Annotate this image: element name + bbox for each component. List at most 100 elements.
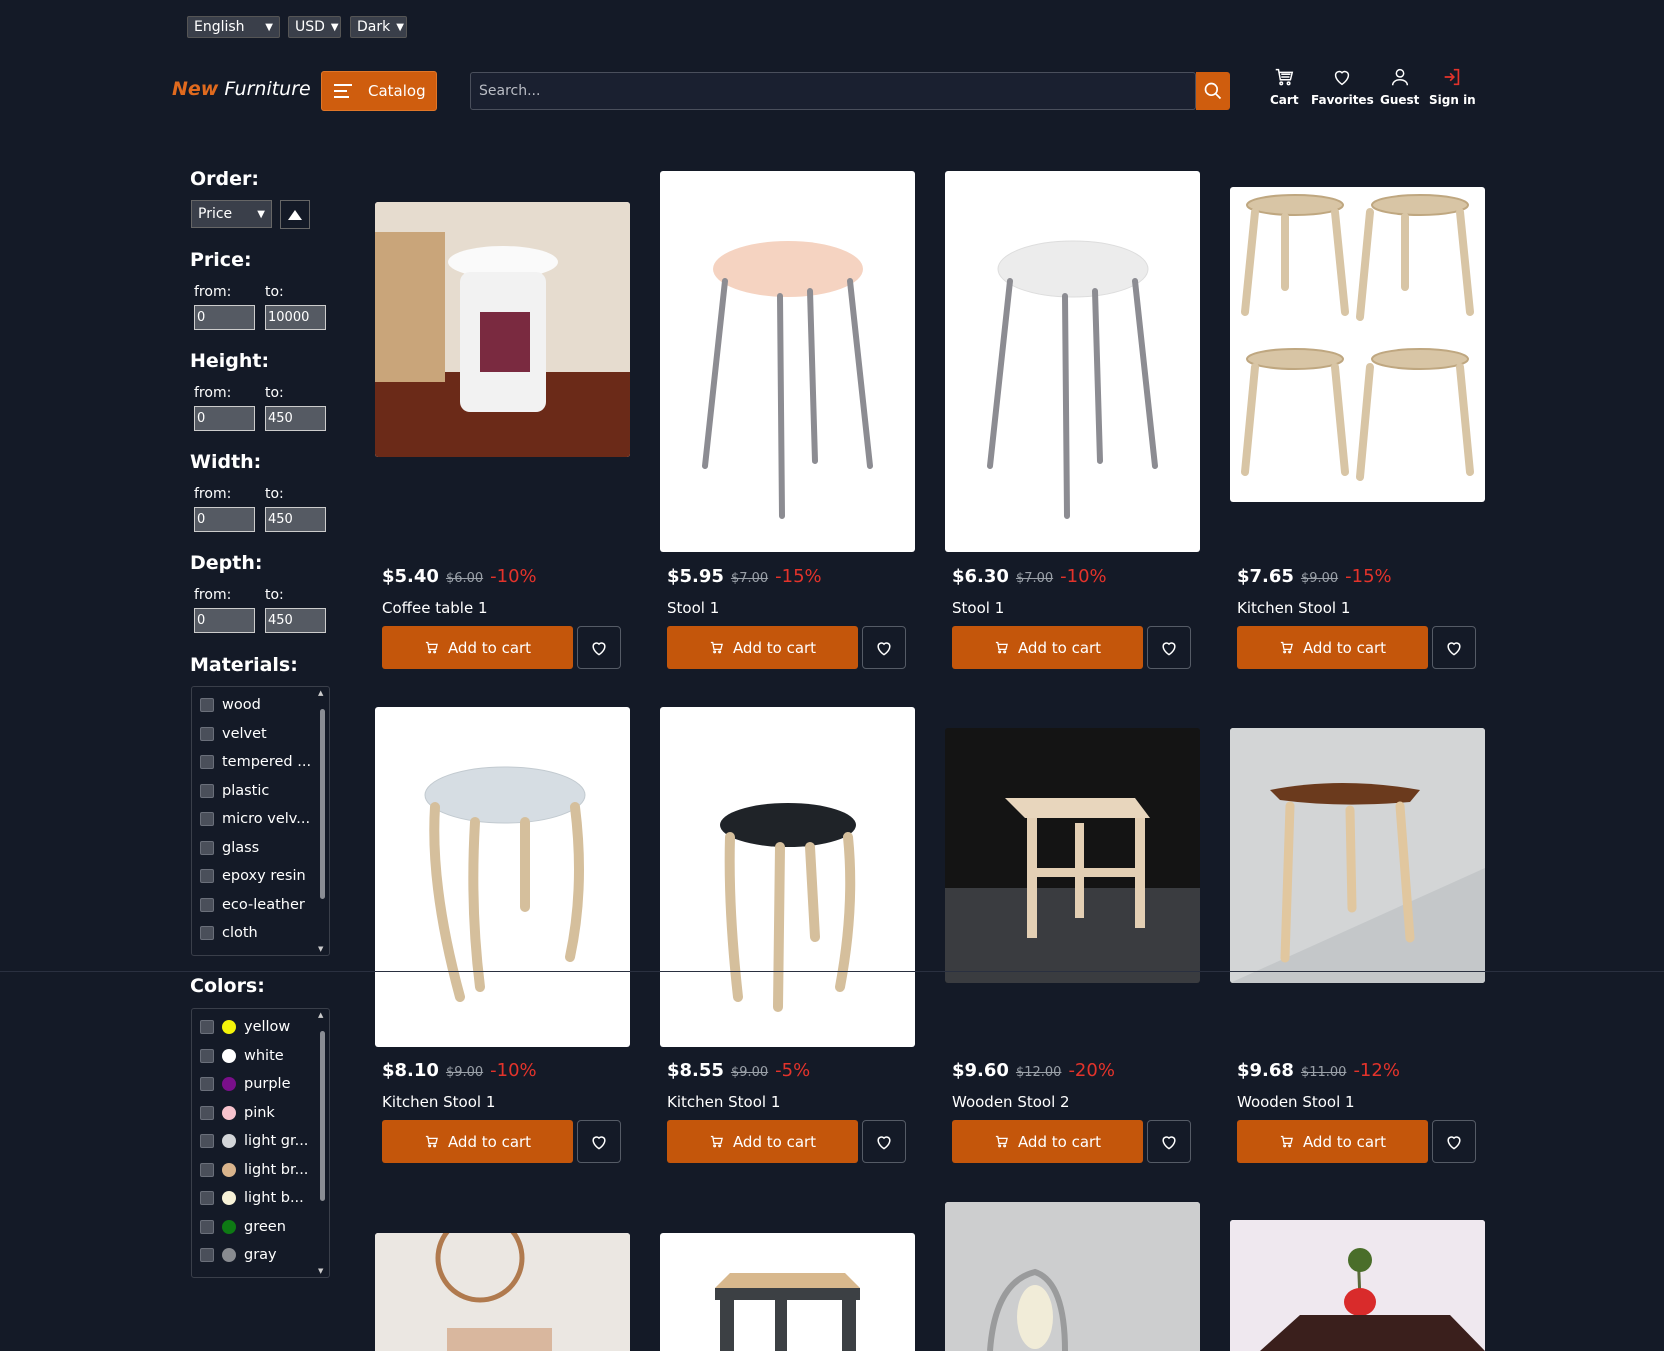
checkbox[interactable] [200, 1134, 214, 1149]
material-option[interactable]: wood [192, 691, 329, 720]
nav-sign-in[interactable]: Sign in [1429, 66, 1476, 107]
product-image[interactable] [1230, 187, 1485, 502]
product-name[interactable]: Kitchen Stool 1 [1237, 599, 1350, 617]
add-to-cart-button[interactable]: Add to cart [952, 626, 1143, 669]
search-input[interactable]: Search... [470, 72, 1196, 110]
nav-cart[interactable]: Cart [1270, 66, 1299, 107]
price-to-input[interactable]: 10000 [265, 305, 326, 330]
price-from-input[interactable]: 0 [194, 305, 255, 330]
material-option[interactable]: velvet [192, 720, 329, 749]
current-price: $8.55 [667, 1060, 724, 1081]
catalog-button[interactable]: Catalog [321, 71, 437, 111]
material-option[interactable]: tempered ... [192, 748, 329, 777]
checkbox[interactable] [200, 1248, 214, 1263]
colors-list[interactable]: yellow white purple pink light gr... lig… [191, 1008, 330, 1278]
height-from-input[interactable]: 0 [194, 406, 255, 431]
checkbox[interactable] [200, 926, 214, 941]
checkbox[interactable] [200, 1105, 214, 1120]
add-to-cart-button[interactable]: Add to cart [1237, 1120, 1428, 1163]
product-image[interactable] [660, 1233, 915, 1351]
material-option[interactable]: micro velv... [192, 805, 329, 834]
product-name[interactable]: Stool 1 [667, 599, 719, 617]
sort-direction-button[interactable] [280, 200, 310, 229]
color-option[interactable]: light br... [192, 1156, 329, 1185]
material-option[interactable]: epoxy resin [192, 862, 329, 891]
add-to-cart-button[interactable]: Add to cart [667, 626, 858, 669]
checkbox[interactable] [200, 812, 214, 827]
depth-to-input[interactable]: 450 [265, 608, 326, 633]
product-image[interactable] [660, 171, 915, 552]
colors-scrollbar[interactable]: ▲ ▼ [318, 1011, 327, 1275]
color-option[interactable]: purple [192, 1070, 329, 1099]
color-option[interactable]: gray [192, 1241, 329, 1270]
favorite-button[interactable] [1147, 626, 1191, 669]
product-image[interactable] [375, 202, 630, 457]
product-image[interactable] [1230, 1220, 1485, 1351]
product-name[interactable]: Stool 1 [952, 599, 1004, 617]
material-option[interactable]: cloth [192, 919, 329, 948]
favorite-button[interactable] [1147, 1120, 1191, 1163]
product-name[interactable]: Kitchen Stool 1 [382, 1093, 495, 1111]
nav-favorites[interactable]: Favorites [1311, 66, 1374, 107]
color-option[interactable]: green [192, 1213, 329, 1242]
favorite-button[interactable] [1432, 626, 1476, 669]
currency-select[interactable]: USD ▼ [288, 16, 341, 38]
checkbox[interactable] [200, 897, 214, 912]
favorite-button[interactable] [577, 626, 621, 669]
color-option[interactable]: white [192, 1042, 329, 1071]
checkbox[interactable] [200, 840, 214, 855]
product-name[interactable]: Wooden Stool 2 [952, 1093, 1070, 1111]
color-swatch [222, 1134, 236, 1149]
product-image[interactable] [1230, 728, 1485, 983]
product-image[interactable] [660, 707, 915, 1047]
search-button[interactable] [1196, 72, 1230, 110]
product-image[interactable] [375, 1233, 630, 1351]
color-option[interactable]: pink [192, 1099, 329, 1128]
checkbox[interactable] [200, 698, 214, 713]
add-to-cart-button[interactable]: Add to cart [952, 1120, 1143, 1163]
product-name[interactable]: Coffee table 1 [382, 599, 488, 617]
add-to-cart-button[interactable]: Add to cart [382, 1120, 573, 1163]
favorite-button[interactable] [577, 1120, 621, 1163]
product-image[interactable] [945, 171, 1200, 552]
depth-from-input[interactable]: 0 [194, 608, 255, 633]
checkbox[interactable] [200, 1219, 214, 1234]
product-image[interactable] [945, 1202, 1200, 1351]
product-name[interactable]: Kitchen Stool 1 [667, 1093, 780, 1111]
add-to-cart-button[interactable]: Add to cart [1237, 626, 1428, 669]
nav-guest[interactable]: Guest [1380, 66, 1419, 107]
materials-list[interactable]: wood velvet tempered ... plastic micro v… [191, 686, 330, 956]
favorite-button[interactable] [862, 1120, 906, 1163]
color-option[interactable]: yellow [192, 1013, 329, 1042]
material-option[interactable]: glass [192, 834, 329, 863]
checkbox[interactable] [200, 1048, 214, 1063]
color-option[interactable]: light gr... [192, 1127, 329, 1156]
add-to-cart-button[interactable]: Add to cart [667, 1120, 858, 1163]
checkbox[interactable] [200, 726, 214, 741]
favorite-button[interactable] [1432, 1120, 1476, 1163]
material-option[interactable]: eco-leather [192, 891, 329, 920]
width-from-input[interactable]: 0 [194, 507, 255, 532]
order-select[interactable]: Price ▼ [191, 200, 272, 228]
checkbox[interactable] [200, 869, 214, 884]
product-image[interactable] [945, 728, 1200, 983]
theme-select[interactable]: Dark ▼ [350, 16, 407, 38]
checkbox[interactable] [200, 1020, 214, 1035]
product-image[interactable] [375, 707, 630, 1047]
material-label: cloth [222, 925, 258, 942]
checkbox[interactable] [200, 783, 214, 798]
checkbox[interactable] [200, 755, 214, 770]
height-to-input[interactable]: 450 [265, 406, 326, 431]
checkbox[interactable] [200, 1077, 214, 1092]
product-name[interactable]: Wooden Stool 1 [1237, 1093, 1355, 1111]
width-to-input[interactable]: 450 [265, 507, 326, 532]
material-option[interactable]: plastic [192, 777, 329, 806]
color-option[interactable]: light b... [192, 1184, 329, 1213]
favorite-button[interactable] [862, 626, 906, 669]
materials-scrollbar[interactable]: ▲ ▼ [318, 689, 327, 953]
language-select[interactable]: English ▼ [187, 16, 280, 38]
checkbox[interactable] [200, 1162, 214, 1177]
site-logo[interactable]: New Furniture [172, 78, 311, 100]
add-to-cart-button[interactable]: Add to cart [382, 626, 573, 669]
checkbox[interactable] [200, 1191, 214, 1206]
